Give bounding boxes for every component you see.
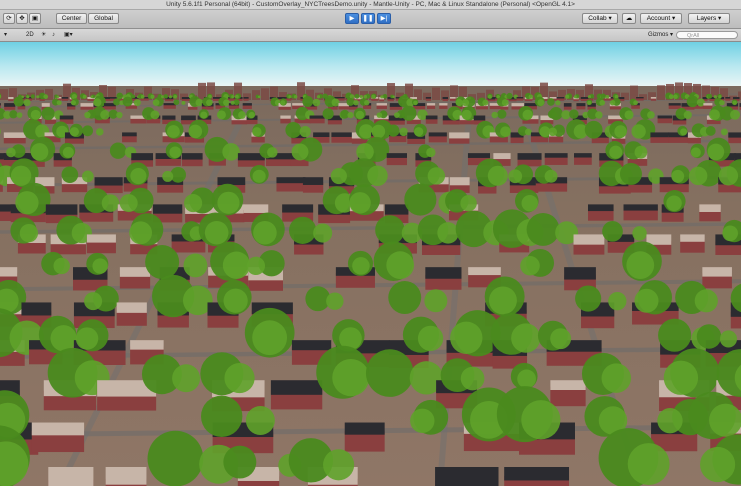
pivot-global-button[interactable]: Global [88,13,119,24]
play-icon[interactable]: ▶ [345,13,359,24]
gizmos-dropdown[interactable]: Gizmos ▾ [648,31,676,39]
mode-label: 2D [26,32,34,38]
collab-button[interactable]: Collab ▾ [582,13,618,24]
rect-tool-icon[interactable]: ▣ [29,13,41,24]
layers-dropdown[interactable]: Layers ▾ [688,13,730,24]
account-label: Account [646,15,671,22]
main-toolbar: ⟳ ✥ ▣ Center Global ▶ ❚❚ ▶| Collab ▾ ☁ A… [0,10,741,29]
center-label: Center [61,15,82,22]
move-icon[interactable]: ✥ [16,13,28,24]
refresh-icon[interactable]: ⟳ [3,13,15,24]
window-title: Unity 5.6.1f1 Personal (64bit) - CustomO… [166,1,575,8]
pause-icon[interactable]: ❚❚ [361,13,375,24]
account-dropdown[interactable]: Account ▾ [640,13,682,24]
pivot-center-button[interactable]: Center [56,13,87,24]
audio-icon[interactable]: ♪ [52,31,60,39]
gizmos-label: Gizmos [648,32,669,38]
scene-view-toolbar: ▾ 2D ☀ ♪ ▣▾ Gizmos ▾ QrAll [0,29,741,42]
city-render [0,82,741,486]
2d-toggle[interactable]: 2D [26,31,38,39]
layers-label: Layers [696,15,717,22]
scene-viewport[interactable] [0,42,741,486]
window-title-bar: Unity 5.6.1f1 Personal (64bit) - CustomO… [0,0,741,10]
shading-mode-dropdown[interactable]: ▾ [4,31,20,39]
step-icon[interactable]: ▶| [377,13,391,24]
collab-label: Collab [588,15,607,22]
effects-icon[interactable]: ▣▾ [64,31,78,39]
lighting-icon[interactable]: ☀ [41,31,49,39]
global-label: Global [94,15,113,22]
search-input[interactable]: QrAll [676,31,738,39]
cloud-icon[interactable]: ☁ [622,13,636,24]
